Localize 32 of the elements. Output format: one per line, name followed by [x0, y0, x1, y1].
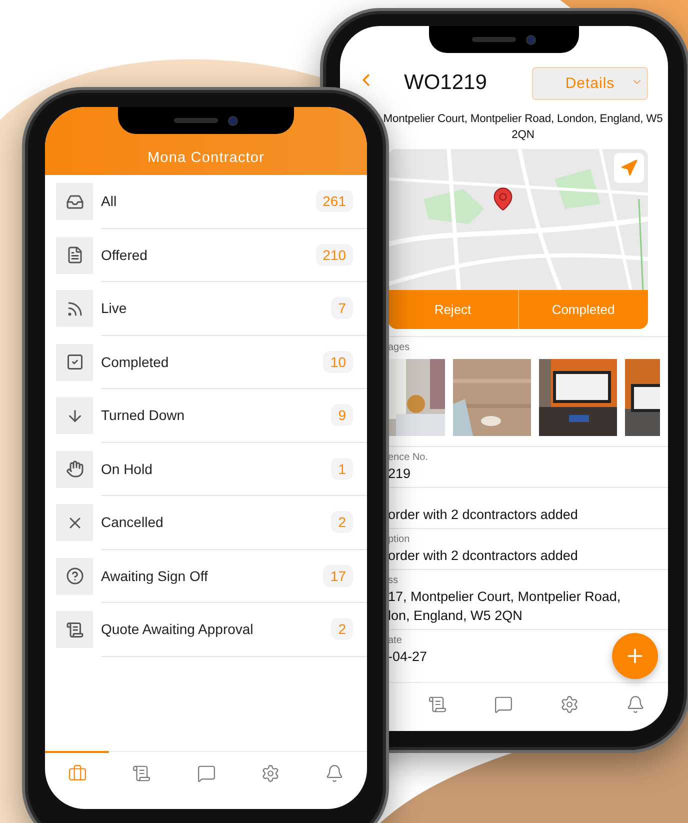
status-list-item[interactable]: Offered 210: [101, 228, 367, 282]
rss-icon: [56, 290, 93, 328]
field-value: 17, Montpelier Court, Montpelier Road,: [388, 588, 621, 606]
field-label: ence No.: [388, 451, 430, 464]
status-list-item[interactable]: Completed 10: [101, 336, 367, 389]
status-list-item[interactable]: Turned Down 9: [101, 389, 367, 442]
checkbox-icon: [56, 344, 93, 381]
status-list-item[interactable]: Quote Awaiting Approval 2: [101, 603, 367, 656]
status-list-item[interactable]: All 261: [101, 175, 367, 228]
field-value: 219: [388, 465, 411, 483]
scroll-icon: [56, 611, 93, 648]
section-label: ages: [388, 341, 411, 354]
field-value: order with 2 dcontractors added: [388, 547, 578, 565]
work-order-title: WO1219: [404, 71, 487, 95]
tray-icon: [56, 183, 93, 220]
field-value: -04-27: [388, 648, 428, 666]
navigation-arrow-icon: [620, 159, 638, 177]
status-list-item[interactable]: Cancelled 2: [101, 496, 367, 550]
status-list-item[interactable]: Live 7: [101, 282, 367, 336]
app-title: Mona Contractor: [148, 150, 264, 166]
field-label: ate: [388, 634, 403, 647]
status-list-item[interactable]: On Hold 1: [101, 442, 367, 496]
document-icon: [56, 236, 93, 274]
field-value: lon, England, W5 2QN: [388, 607, 522, 625]
question-icon: [56, 558, 93, 595]
hand-icon: [56, 450, 93, 488]
address-text: Montpelier Court, Montpelier Road, London, England, W5 2QN: [382, 112, 664, 143]
arrow-down-icon: [56, 397, 93, 434]
status-list-item[interactable]: Awaiting Sign Off 17: [101, 550, 367, 603]
close-icon: [56, 504, 93, 542]
navigation-button[interactable]: [614, 153, 644, 183]
field-value: order with 2 dcontractors added: [388, 506, 578, 524]
